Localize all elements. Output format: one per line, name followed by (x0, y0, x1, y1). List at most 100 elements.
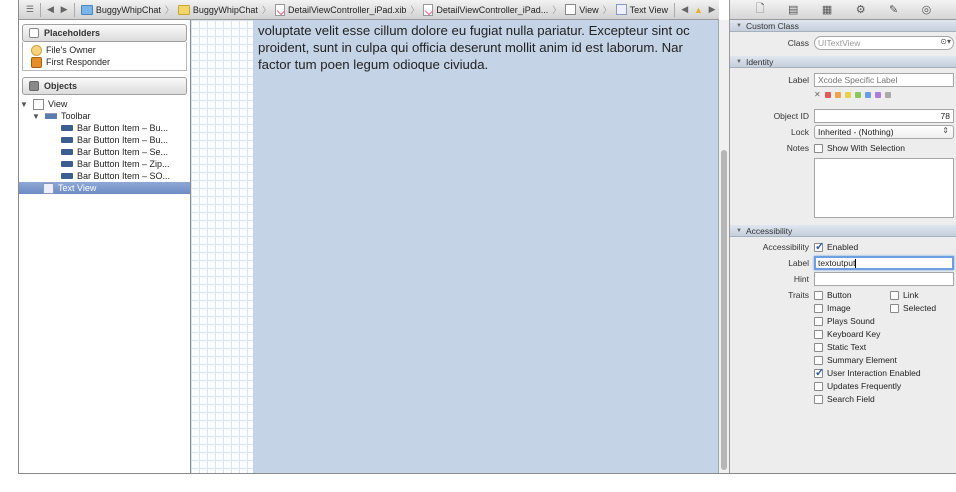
notes-textarea[interactable] (814, 158, 954, 218)
custom-class-header[interactable]: ▼ Custom Class (730, 20, 956, 32)
trait-keyboard-key-checkbox[interactable]: Keyboard Key (814, 329, 880, 339)
checkbox-checked-icon (814, 366, 824, 379)
tree-item-bar-button[interactable]: Bar Button Item – SO... (19, 170, 190, 182)
forward-arrow-icon[interactable]: ▶ (57, 2, 71, 18)
acc-label-label: Label (788, 258, 809, 268)
list-item-first-responder[interactable]: First Responder (23, 56, 186, 68)
notes-option-label: Show With Selection (827, 143, 905, 153)
file-inspector-icon[interactable]: 🗋 (756, 0, 765, 19)
trait-plays-sound-checkbox[interactable]: Plays Sound (814, 316, 875, 326)
accessibility-title: Accessibility (745, 225, 793, 236)
class-value: UITextView (818, 38, 861, 48)
tree-item-bar-button[interactable]: Bar Button Item – Bu... (19, 134, 190, 146)
trait-button-checkbox[interactable]: Button (814, 290, 852, 300)
trait-static-text-checkbox[interactable]: Static Text (814, 342, 866, 352)
size-inspector-icon[interactable]: ✎ (889, 3, 898, 16)
color-swatch-yellow[interactable] (844, 92, 851, 98)
trait-user-interaction-checkbox[interactable]: User Interaction Enabled (814, 366, 921, 379)
trait-link-checkbox[interactable]: Link (890, 290, 919, 300)
inspector-tabs: 🗋 ▤ ▦ ⚙ ✎ ◎ (730, 0, 956, 20)
jump-bar: ☰ ◀ ▶ BuggyWhipChat 〉 BuggyWhipChat 〉 De… (19, 0, 719, 20)
related-items-icon[interactable]: ☰ (23, 2, 37, 18)
bar-button-label: Bar Button Item – Bu... (77, 135, 169, 145)
identity-header[interactable]: ▼ Identity (730, 56, 956, 68)
warning-icon[interactable]: ▲ (692, 2, 706, 18)
class-dropdown-icon[interactable]: ⊙▾ (940, 37, 951, 46)
color-swatch-gray[interactable] (884, 92, 891, 98)
disclosure-triangle-icon[interactable]: ▼ (19, 100, 29, 109)
bar-button-label: Bar Button Item – SO... (77, 171, 171, 181)
tree-item-view[interactable]: ▼ View (19, 98, 190, 110)
canvas-scrollbar[interactable] (719, 20, 729, 473)
hint-row: Hint (730, 271, 956, 287)
checkbox-icon (814, 355, 823, 365)
back-arrow-icon[interactable]: ◀ (44, 2, 58, 18)
chevron-right-icon: 〉 (552, 5, 562, 15)
trait-selected-checkbox[interactable]: Selected (890, 303, 936, 313)
xib-file-icon (274, 3, 285, 16)
text-view-on-canvas[interactable]: voluptate velit esse cillum dolore eu fu… (253, 20, 719, 473)
hint-label: Hint (793, 274, 809, 284)
list-item-files-owner[interactable]: File's Owner (23, 44, 186, 56)
disclosure-triangle-icon[interactable]: ▼ (31, 112, 41, 121)
objects-cube-icon (29, 81, 39, 91)
identity-label-row: Label (730, 72, 956, 88)
show-with-selection-checkbox[interactable]: Show With Selection (814, 143, 905, 153)
tree-item-bar-button[interactable]: Bar Button Item – Bu... (19, 122, 190, 134)
color-swatch-orange[interactable] (834, 92, 841, 98)
jump-bar-view[interactable]: View (562, 4, 601, 15)
objects-title: Objects (44, 81, 78, 91)
identity-inspector-icon[interactable]: ▦ (822, 3, 832, 16)
view-icon (565, 4, 577, 15)
no-color-icon[interactable]: ✕ (814, 91, 821, 99)
jump-bar-group[interactable]: BuggyWhipChat (175, 4, 261, 15)
object-id-row: Object ID 78 (730, 108, 956, 124)
jump-bar-view-label: View (579, 4, 599, 15)
next-issue-icon[interactable]: ▶ (705, 2, 719, 18)
jump-bar-textview[interactable]: Text View (613, 4, 671, 15)
color-swatch-green[interactable] (854, 92, 861, 98)
accessibility-label-field[interactable]: textoutput (814, 256, 954, 270)
trait-search-field-checkbox[interactable]: Search Field (814, 394, 875, 404)
toolbar-icon (45, 113, 57, 119)
quick-help-icon[interactable]: ▤ (788, 3, 798, 16)
objects-header[interactable]: Objects (22, 77, 187, 95)
scrollbar-thumb[interactable] (721, 150, 727, 470)
trait-summary-element-checkbox[interactable]: Summary Element (814, 355, 897, 365)
placeholders-header[interactable]: Placeholders (22, 24, 187, 42)
previous-issue-icon[interactable]: ◀ (678, 2, 692, 18)
text-line: proident, sunt in culpa qui officia dese… (258, 40, 683, 55)
bar-button-icon (61, 173, 73, 179)
trait-image-checkbox[interactable]: Image (814, 303, 851, 313)
attributes-inspector-icon[interactable]: ⚙ (856, 3, 866, 16)
tree-item-toolbar[interactable]: ▼ Toolbar (19, 110, 190, 122)
hint-field[interactable] (814, 272, 954, 286)
connections-inspector-icon[interactable]: ◎ (922, 3, 932, 16)
class-field[interactable]: UITextView ⊙▾ (814, 36, 954, 50)
bar-button-label: Bar Button Item – Bu... (77, 123, 169, 133)
jump-bar-file[interactable]: DetailViewController_iPad.xib (272, 3, 409, 16)
lock-label: Lock (791, 127, 809, 137)
color-swatch-purple[interactable] (874, 92, 881, 98)
text-view-icon (615, 4, 627, 15)
xib-file-icon (423, 3, 434, 16)
files-owner-icon (31, 44, 42, 56)
accessibility-header[interactable]: ▼ Accessibility (730, 225, 956, 237)
jump-bar-file2[interactable]: DetailViewController_iPad... (420, 3, 551, 16)
color-swatch-red[interactable] (824, 92, 831, 98)
tree-item-bar-button[interactable]: Bar Button Item – Se... (19, 146, 190, 158)
lock-popup[interactable]: Inherited - (Nothing) ⇕ (814, 125, 954, 139)
trait-updates-frequently-checkbox[interactable]: Updates Frequently (814, 381, 901, 391)
tree-item-text-view[interactable]: Text View (19, 182, 190, 194)
jump-bar-project[interactable]: BuggyWhipChat (78, 4, 164, 15)
trait-label: Image (827, 303, 851, 313)
accessibility-enabled-checkbox[interactable]: Enabled (814, 240, 858, 253)
object-id-field[interactable]: 78 (814, 109, 954, 123)
tree-item-bar-button[interactable]: Bar Button Item – Zip... (19, 158, 190, 170)
placeholders-list: File's Owner First Responder (22, 42, 187, 71)
xcode-label-field[interactable] (814, 73, 954, 87)
color-swatch-blue[interactable] (864, 92, 871, 98)
folder-icon (177, 4, 190, 15)
chevron-right-icon: 〉 (261, 5, 271, 15)
interface-builder-canvas[interactable]: voluptate velit esse cillum dolore eu fu… (191, 20, 729, 473)
